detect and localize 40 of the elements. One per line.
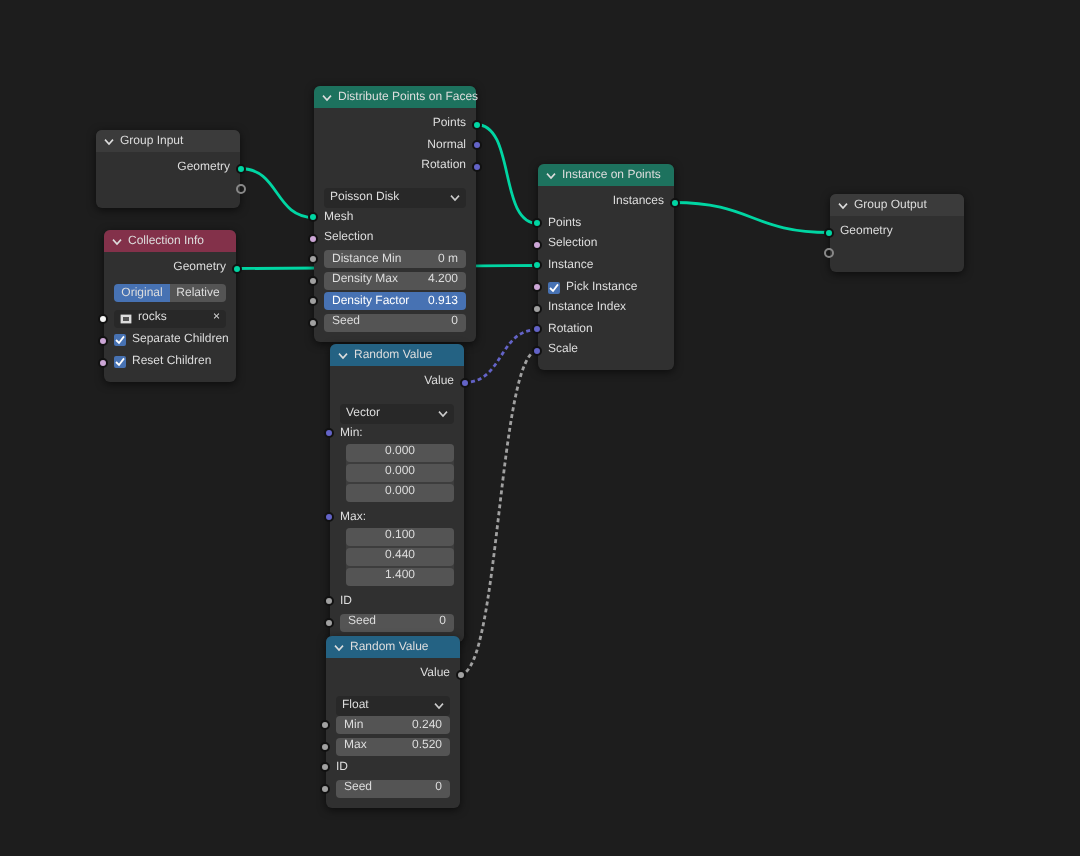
socket-icon[interactable] (532, 218, 542, 229)
caret-icon (438, 409, 448, 417)
checkbox[interactable] (114, 334, 126, 346)
caret-icon (450, 193, 460, 201)
socket-icon[interactable] (308, 317, 318, 328)
checkbox[interactable] (548, 281, 560, 293)
socket-icon[interactable] (472, 119, 482, 130)
socket-icon[interactable] (308, 296, 318, 307)
chevron-icon[interactable] (338, 351, 348, 359)
socket-icon[interactable] (324, 596, 334, 607)
socket-icon[interactable] (320, 762, 330, 773)
chevron-icon[interactable] (838, 201, 848, 209)
chevron-icon[interactable] (546, 171, 556, 179)
socket-icon[interactable] (670, 197, 680, 208)
socket-icon[interactable] (98, 357, 108, 367)
socket-icon[interactable] (308, 275, 318, 286)
chevron-icon[interactable] (104, 137, 114, 145)
socket-icon[interactable] (232, 263, 242, 274)
caret-icon (434, 701, 444, 709)
socket-icon[interactable] (308, 233, 318, 244)
socket-icon[interactable] (236, 163, 246, 174)
socket-icon[interactable] (308, 212, 318, 223)
socket-icon[interactable] (456, 669, 466, 680)
socket-icon[interactable] (98, 335, 108, 345)
socket-icon[interactable] (320, 783, 330, 794)
checkbox[interactable] (114, 356, 126, 368)
socket-icon[interactable] (324, 617, 334, 628)
chevron-icon[interactable] (334, 643, 344, 651)
chevron-icon[interactable] (112, 237, 122, 245)
socket-icon[interactable] (532, 303, 542, 314)
socket-icon[interactable] (98, 313, 108, 323)
socket-icon[interactable] (532, 239, 542, 250)
socket-icon[interactable] (320, 741, 330, 752)
socket-icon[interactable] (532, 282, 542, 292)
socket-icon[interactable] (308, 254, 318, 265)
socket-icon[interactable] (532, 260, 542, 271)
chevron-icon[interactable] (322, 93, 332, 101)
socket-icon[interactable] (320, 720, 330, 731)
socket-icon[interactable] (824, 227, 834, 238)
collection-icon (120, 313, 132, 323)
